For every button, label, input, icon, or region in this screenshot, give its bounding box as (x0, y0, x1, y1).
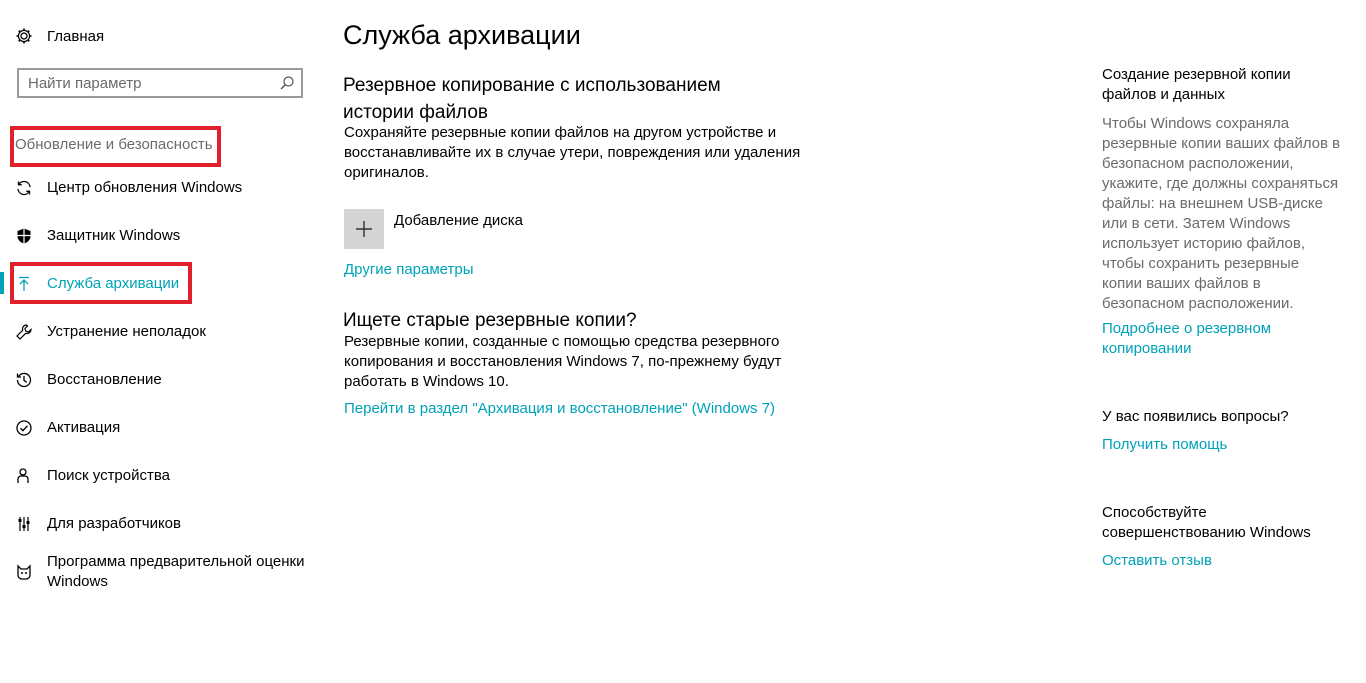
add-disk-label: Добавление диска (394, 212, 524, 229)
search-icon[interactable] (279, 75, 295, 91)
search-box[interactable] (17, 68, 303, 98)
sidebar: Главная Обновление и безопасность Центр … (0, 0, 320, 683)
questions-title: У вас появились вопросы? (1102, 408, 1289, 425)
shield-icon (14, 226, 34, 246)
search-input[interactable] (19, 70, 269, 96)
sidebar-item-find-device[interactable]: Поиск устройства (14, 466, 170, 486)
check-circle-icon (14, 418, 34, 438)
refresh-icon (14, 178, 34, 198)
person-location-icon (14, 466, 34, 486)
learn-more-backup-link[interactable]: Подробнее о резервном копировании (1102, 319, 1342, 359)
feedback-title: Способствуйте совершенствованию Windows (1102, 504, 1311, 541)
highlight-box-backup (10, 262, 192, 304)
sidebar-item-windows-defender[interactable]: Защитник Windows (14, 226, 180, 246)
page-title: Служба архивации (343, 20, 581, 50)
sidebar-item-recovery[interactable]: Восстановление (14, 370, 162, 390)
highlight-box-section (10, 126, 221, 167)
backup-info-title: Создание резервной копии файлов и данных (1102, 66, 1291, 103)
insider-cat-icon (14, 562, 34, 582)
sidebar-item-label: Активация (47, 419, 121, 436)
backup-info-text: Чтобы Windows сохраняла резервные копии … (1102, 115, 1341, 312)
old-backups-title: Ищете старые резервные копии? (343, 310, 637, 331)
gear-icon (14, 26, 34, 46)
sidebar-item-label: Защитник Windows (47, 227, 181, 244)
sidebar-item-insider[interactable]: Программа предварительной оценки Windows (14, 552, 314, 592)
sidebar-item-label: Для разработчиков (47, 515, 181, 532)
active-indicator (0, 272, 4, 294)
sidebar-item-activation[interactable]: Активация (14, 418, 120, 438)
sidebar-item-developers[interactable]: Для разработчиков (14, 514, 181, 534)
sidebar-item-label: Устранение неполадок (47, 323, 206, 340)
file-history-title: Резервное копирование с использованием и… (343, 75, 721, 123)
sidebar-item-label: Восстановление (47, 371, 162, 388)
file-history-description: Сохраняйте резервные копии файлов на дру… (344, 124, 801, 181)
sidebar-item-label: Поиск устройства (47, 467, 171, 484)
sidebar-item-label: Центр обновления Windows (47, 179, 243, 196)
plus-icon[interactable] (344, 209, 384, 249)
home-label: Главная (47, 27, 105, 45)
other-params-link[interactable]: Другие параметры (344, 261, 474, 278)
developer-sliders-icon (14, 514, 34, 534)
backup-restore-win7-link[interactable]: Перейти в раздел "Архивация и восстановл… (344, 400, 775, 417)
sidebar-item-troubleshoot[interactable]: Устранение неполадок (14, 322, 206, 342)
get-help-link[interactable]: Получить помощь (1102, 435, 1342, 455)
old-backups-description: Резервные копии, созданные с помощью сре… (344, 333, 782, 390)
home-nav-item[interactable]: Главная (14, 24, 104, 48)
sidebar-item-label: Программа предварительной оценки Windows (47, 553, 305, 590)
add-disk-button[interactable]: Добавление диска (344, 209, 523, 249)
wrench-icon (14, 322, 34, 342)
sidebar-item-windows-update[interactable]: Центр обновления Windows (14, 178, 242, 198)
history-icon (14, 370, 34, 390)
leave-feedback-link[interactable]: Оставить отзыв (1102, 551, 1342, 571)
